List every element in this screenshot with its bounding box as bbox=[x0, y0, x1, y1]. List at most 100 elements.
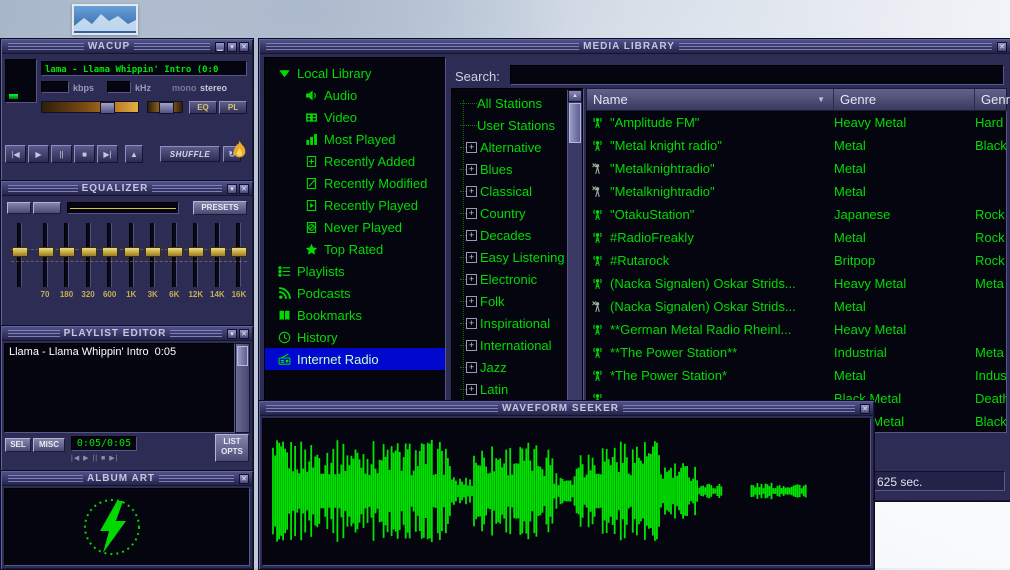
station-row[interactable]: "Metalknightradio" Metal bbox=[587, 157, 1006, 180]
station-category[interactable]: + Latin bbox=[452, 378, 568, 400]
station-row[interactable]: #Rutarock Britpop Rock bbox=[587, 249, 1006, 272]
visualizer[interactable] bbox=[5, 59, 37, 103]
eq-slider-handle[interactable] bbox=[231, 247, 248, 257]
station-category[interactable]: + Country bbox=[452, 202, 568, 224]
close-button[interactable]: ✕ bbox=[239, 473, 249, 484]
expand-plus-icon[interactable]: + bbox=[466, 383, 477, 395]
scrollbar-thumb[interactable] bbox=[237, 346, 248, 366]
library-tree-item[interactable]: Never Played bbox=[265, 216, 445, 238]
player-titlebar[interactable]: WACUP ▁ ▾ ✕ bbox=[2, 40, 252, 54]
station-row[interactable]: **The Power Station** Industrial Meta bbox=[587, 341, 1006, 364]
library-tree-item[interactable]: Audio bbox=[265, 84, 445, 106]
station-row[interactable]: *The Power Station* Metal Indus bbox=[587, 364, 1006, 387]
shade-button[interactable]: ▾ bbox=[227, 328, 238, 339]
eq-slider-handle[interactable] bbox=[123, 247, 140, 257]
library-tree-item[interactable]: History bbox=[265, 326, 445, 348]
shade-button[interactable]: ▾ bbox=[227, 41, 238, 52]
shade-button[interactable]: ▾ bbox=[227, 183, 237, 194]
station-row[interactable]: **German Metal Radio Rheinl... Heavy Meta… bbox=[587, 318, 1006, 341]
album-art-titlebar[interactable]: ALBUM ART ✕ bbox=[2, 472, 252, 486]
station-category[interactable]: + Easy Listening bbox=[452, 246, 568, 268]
eq-slider-track[interactable] bbox=[102, 223, 119, 287]
wacup-taskbar-thumbnail[interactable] bbox=[72, 4, 138, 35]
eq-slider-track[interactable] bbox=[37, 223, 54, 287]
eq-slider-handle[interactable] bbox=[102, 247, 119, 257]
station-row[interactable]: "Metalknightradio" Metal bbox=[587, 180, 1006, 203]
column-header[interactable]: Genre bbox=[975, 89, 1010, 110]
preamp-track[interactable] bbox=[11, 223, 28, 287]
station-category[interactable]: + Electronic bbox=[452, 268, 568, 290]
previous-button[interactable]: |◀ bbox=[5, 145, 26, 163]
eq-slider-track[interactable] bbox=[123, 223, 140, 287]
eq-slider-handle[interactable] bbox=[188, 247, 205, 257]
eq-slider-handle[interactable] bbox=[37, 247, 54, 257]
station-row[interactable]: "Metal knight radio" Metal Black bbox=[587, 134, 1006, 157]
library-tree-item[interactable]: Recently Added bbox=[265, 150, 445, 172]
eq-slider-track[interactable] bbox=[231, 223, 248, 287]
eq-slider-handle[interactable] bbox=[145, 247, 162, 257]
eq-slider-track[interactable] bbox=[145, 223, 162, 287]
playlist-titlebar[interactable]: PLAYLIST EDITOR ▾ ✕ bbox=[2, 327, 252, 341]
eq-toggle-button[interactable]: EQ bbox=[189, 101, 217, 114]
equalizer-titlebar[interactable]: EQUALIZER ▾ ✕ bbox=[2, 182, 252, 196]
column-header[interactable]: Name ▼ bbox=[587, 89, 834, 110]
library-tree-item[interactable]: Video bbox=[265, 106, 445, 128]
eq-slider-track[interactable] bbox=[166, 223, 183, 287]
close-button[interactable]: ✕ bbox=[860, 403, 871, 414]
eq-on-button[interactable] bbox=[7, 202, 31, 214]
eject-button[interactable]: ▲ bbox=[125, 145, 143, 163]
expand-plus-icon[interactable]: + bbox=[466, 229, 477, 241]
list-options-button[interactable]: LIST OPTS bbox=[215, 434, 249, 462]
playlist-toggle-button[interactable]: PL bbox=[219, 101, 247, 114]
presets-button[interactable]: PRESETS bbox=[193, 201, 247, 215]
expand-plus-icon[interactable]: + bbox=[466, 361, 477, 373]
scroll-up-icon[interactable]: ▲ bbox=[568, 90, 582, 102]
eq-auto-button[interactable] bbox=[33, 202, 61, 214]
expand-plus-icon[interactable]: + bbox=[466, 163, 477, 175]
media-library-titlebar[interactable]: MEDIA LIBRARY ✕ bbox=[260, 40, 1010, 54]
close-button[interactable]: ✕ bbox=[239, 183, 249, 194]
stop-button[interactable]: ■ bbox=[74, 145, 95, 163]
library-tree-item[interactable]: Recently Modified bbox=[265, 172, 445, 194]
waveform-display[interactable] bbox=[262, 418, 871, 566]
eq-slider-handle[interactable] bbox=[80, 247, 97, 257]
mini-transport-icons[interactable]: |◀ ▶ || ■ ▶| bbox=[71, 454, 118, 462]
library-tree-item[interactable]: Internet Radio bbox=[265, 348, 445, 370]
station-category[interactable]: User Stations bbox=[452, 114, 568, 136]
station-category[interactable]: + International bbox=[452, 334, 568, 356]
scrollbar-thumb[interactable] bbox=[569, 103, 581, 143]
station-category[interactable]: + Folk bbox=[452, 290, 568, 312]
track-title-marquee[interactable]: lama - Llama Whippin' Intro (0:0 bbox=[41, 61, 247, 76]
waveform-titlebar[interactable]: WAVEFORM SEEKER ✕ bbox=[260, 402, 873, 416]
library-tree-item[interactable]: Most Played bbox=[265, 128, 445, 150]
pause-button[interactable]: || bbox=[51, 145, 72, 163]
expand-plus-icon[interactable]: + bbox=[466, 317, 477, 329]
eq-slider-track[interactable] bbox=[209, 223, 226, 287]
eq-slider-track[interactable] bbox=[80, 223, 97, 287]
expand-plus-icon[interactable]: + bbox=[466, 207, 477, 219]
station-row[interactable]: "Amplitude FM" Heavy Metal Hard bbox=[587, 111, 1006, 134]
station-category[interactable]: All Stations bbox=[452, 92, 568, 114]
close-button[interactable]: ✕ bbox=[997, 41, 1008, 52]
station-category[interactable]: + Decades bbox=[452, 224, 568, 246]
station-category[interactable]: + Inspirational bbox=[452, 312, 568, 334]
eq-slider-handle[interactable] bbox=[59, 247, 76, 257]
next-button[interactable]: ▶| bbox=[97, 145, 118, 163]
library-tree-item[interactable]: Podcasts bbox=[265, 282, 445, 304]
library-tree-item[interactable]: Top Rated bbox=[265, 238, 445, 260]
eq-slider-track[interactable] bbox=[188, 223, 205, 287]
station-category[interactable]: + Classical bbox=[452, 180, 568, 202]
playlist-scrollbar[interactable] bbox=[235, 343, 250, 433]
shuffle-button[interactable]: SHUFFLE bbox=[160, 146, 220, 162]
station-row[interactable]: (Nacka Signalen) Oskar Strids... Heavy Me… bbox=[587, 272, 1006, 295]
playlist-item[interactable]: Llama - Llama Whippin' Intro 0:05 bbox=[5, 344, 234, 359]
column-header[interactable]: Genre bbox=[834, 89, 975, 110]
volume-slider[interactable] bbox=[41, 101, 139, 114]
expand-plus-icon[interactable]: + bbox=[466, 141, 477, 153]
station-category[interactable]: + Blues bbox=[452, 158, 568, 180]
close-button[interactable]: ✕ bbox=[239, 41, 250, 52]
expand-plus-icon[interactable]: + bbox=[466, 185, 477, 197]
select-button[interactable]: SEL bbox=[5, 438, 31, 452]
station-row[interactable]: "OtakuStation" Japanese Rock bbox=[587, 203, 1006, 226]
expand-plus-icon[interactable]: + bbox=[466, 295, 477, 307]
